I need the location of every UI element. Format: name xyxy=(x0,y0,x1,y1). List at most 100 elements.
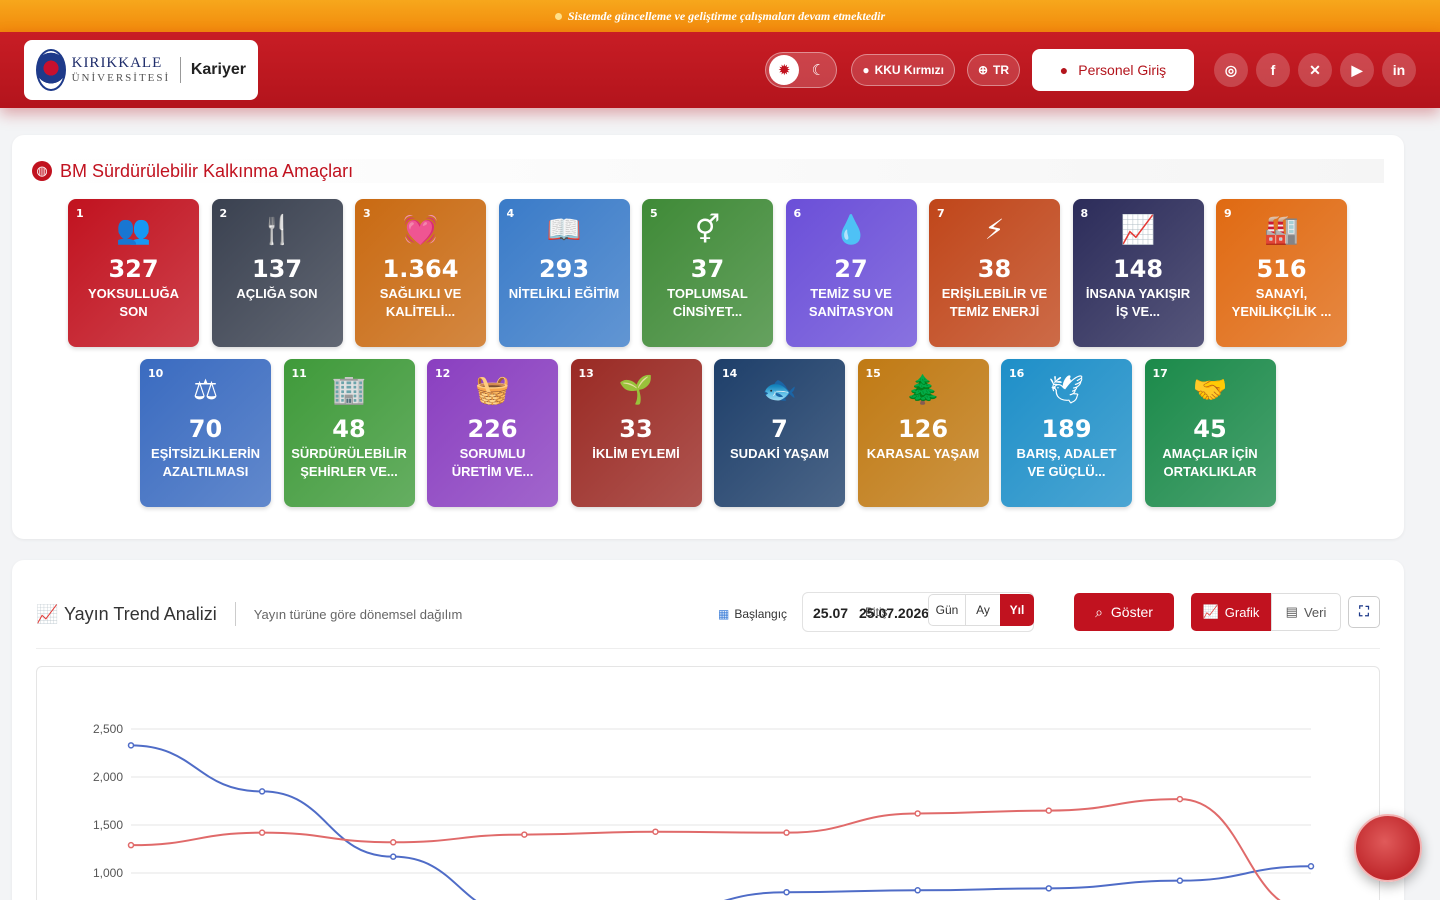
sdg-tile-10[interactable]: 10 ⚖ 70 EŞİTSİZLİKLERİN AZALTILMASI xyxy=(140,359,271,507)
sdg-header: ◍ BM Sürdürülebilir Kalkınma Amaçları xyxy=(32,159,1384,183)
facebook-icon[interactable]: f xyxy=(1256,53,1290,87)
sdg-label: BARIŞ, ADALET VE GÜÇLÜ... xyxy=(1016,446,1117,479)
sdg-label: AÇLIĞA SON xyxy=(236,286,318,301)
show-button[interactable]: ⌕ Göster xyxy=(1074,593,1174,631)
data-point[interactable] xyxy=(783,888,790,896)
data-point[interactable] xyxy=(521,831,528,838)
moon-icon[interactable]: ☾ xyxy=(803,55,833,85)
youtube-icon[interactable]: ▶ xyxy=(1340,53,1374,87)
y-tick-label: 1,500 xyxy=(93,818,123,832)
sdg-tile-4[interactable]: 4 📖 293 NİTELİKLİ EĞİTİM xyxy=(498,199,630,347)
sdg-label: İNSANA YAKIŞIR İŞ VE... xyxy=(1085,286,1191,319)
language-label: TR xyxy=(993,63,1009,77)
data-point[interactable] xyxy=(1307,863,1315,870)
announcement-dot-icon xyxy=(554,12,562,20)
period-day-button[interactable]: Gün xyxy=(928,594,966,626)
logo-divider xyxy=(180,57,181,83)
data-point[interactable] xyxy=(652,828,659,835)
sdg-count: 38 xyxy=(977,255,1012,283)
series-line-1 xyxy=(130,744,1312,900)
expand-icon: ⛶ xyxy=(1359,604,1369,620)
data-point[interactable] xyxy=(258,829,266,836)
sdg-tile-5[interactable]: 5 ⚥ 37 TOPLUMSAL CİNSİYET... xyxy=(642,199,773,347)
sdg-tile-11[interactable]: 11 🏢 48 SÜRDÜRÜLEBİLİR ŞEHİRLER VE... xyxy=(283,359,415,507)
seedling-icon: 🌱 xyxy=(618,373,654,406)
logo-text: KIRIKKALE ÜNİVERSİTESİ xyxy=(72,56,171,84)
data-point[interactable] xyxy=(1045,807,1053,814)
view-chart-label: Grafik xyxy=(1224,604,1260,620)
sdg-label: SAĞLIKLI VE KALİTELİ... xyxy=(379,286,462,319)
trend-card: 📈 Yayın Trend Analizi Yayın türüne göre … xyxy=(12,560,1404,900)
data-point[interactable] xyxy=(389,839,397,846)
industry-icon: 🏭 xyxy=(1264,213,1299,246)
sdg-tile-17[interactable]: 17 🤝 45 AMAÇLAR İÇİN ORTAKLIKLAR xyxy=(1144,359,1276,507)
sdg-label: SUDAKİ YAŞAM xyxy=(730,446,829,461)
language-button[interactable]: ⊕ TR xyxy=(966,54,1020,86)
logo[interactable]: KIRIKKALE ÜNİVERSİTESİ Kariyer xyxy=(24,40,258,100)
sdg-count: 70 xyxy=(188,415,223,443)
user-icon: ● xyxy=(1059,62,1069,78)
data-point[interactable] xyxy=(127,841,135,849)
y-tick-label: 2,000 xyxy=(93,770,123,784)
data-point[interactable] xyxy=(1045,885,1053,892)
trend-divider xyxy=(36,648,1380,649)
chart-line-icon: 📈 xyxy=(1120,213,1156,246)
sdg-tile-8[interactable]: 8 📈 148 İNSANA YAKIŞIR İŞ VE... xyxy=(1072,199,1204,347)
theme-toggle[interactable]: ✹ ☾ xyxy=(765,52,838,88)
sdg-count: 37 xyxy=(690,255,725,283)
sun-icon[interactable]: ✹ xyxy=(769,55,800,85)
sdg-count: 1.364 xyxy=(382,255,459,283)
view-data-button[interactable]: ▤ Veri xyxy=(1271,593,1341,631)
sdg-count: 27 xyxy=(834,255,868,283)
sdg-tile-6[interactable]: 6 💧 27 TEMİZ SU VE SANİTASYON xyxy=(785,199,917,347)
sdg-tile-9[interactable]: 9 🏭 516 SANAYİ, YENİLİKÇİLİK ... xyxy=(1216,199,1347,347)
sdg-tile-13[interactable]: 13 🌱 33 İKLİM EYLEMİ xyxy=(570,359,702,507)
sdg-tile-2[interactable]: 2 🍴 137 AÇLIĞA SON xyxy=(211,199,343,347)
data-point[interactable] xyxy=(1176,877,1184,884)
sdg-tile-1[interactable]: 1 👥 327 YOKSULLUĞA SON xyxy=(68,199,199,347)
linkedin-icon[interactable]: in xyxy=(1382,53,1416,87)
sdg-count: 516 xyxy=(1256,255,1307,283)
data-point[interactable] xyxy=(783,829,790,836)
x-icon[interactable]: ✕ xyxy=(1298,53,1332,87)
theme-color-button[interactable]: ● KKU Kırmızı xyxy=(851,54,955,86)
sdg-tile-16[interactable]: 16 🕊 189 BARIŞ, ADALET VE GÜÇLÜ... xyxy=(1001,359,1132,507)
sdg-count: 293 xyxy=(538,255,590,283)
sdg-label: YOKSULLUĞA SON xyxy=(88,286,179,319)
data-point[interactable] xyxy=(914,810,921,817)
data-point[interactable] xyxy=(389,853,397,860)
sdg-count: 137 xyxy=(251,255,303,283)
sdg-label: KARASAL YAŞAM xyxy=(866,446,980,461)
sdg-tile-12[interactable]: 12 🧺 226 SORUMLU ÜRETİM VE... xyxy=(427,359,558,507)
start-date-value[interactable]: 25.07 xyxy=(813,605,848,621)
y-tick-label: 1,000 xyxy=(93,866,123,880)
data-point[interactable] xyxy=(127,742,135,749)
sdg-label: SORUMLU ÜRETİM VE... xyxy=(451,446,534,479)
period-month-button[interactable]: Ay xyxy=(965,594,1001,626)
data-point[interactable] xyxy=(258,788,266,795)
instagram-icon[interactable]: ◎ xyxy=(1214,53,1248,87)
trend-title: Yayın Trend Analizi xyxy=(64,603,217,624)
start-date-label: Başlangıç xyxy=(734,607,788,621)
chart-area-icon: 📈 xyxy=(1202,604,1219,619)
period-year-button[interactable]: Yıl xyxy=(1000,594,1034,626)
people-icon: 👥 xyxy=(116,213,151,246)
site-name: Kariyer xyxy=(190,61,246,78)
staff-login-button[interactable]: ● Personel Giriş xyxy=(1032,49,1194,91)
staff-login-label: Personel Giriş xyxy=(1078,62,1167,78)
sdg-tile-3[interactable]: 3 💓 1.364 SAĞLIKLI VE KALİTELİ... xyxy=(355,199,486,347)
end-date-value[interactable]: 25.07.2026 xyxy=(859,605,929,621)
sdg-count: 226 xyxy=(467,415,518,443)
floating-action-button[interactable] xyxy=(1354,814,1422,882)
data-point[interactable] xyxy=(914,887,921,894)
sdg-tile-7[interactable]: 7 ⚡ 38 ERİŞİLEBİLİR VE TEMİZ ENERJİ xyxy=(929,199,1060,347)
sdg-tile-15[interactable]: 15 🌲 126 KARASAL YAŞAM xyxy=(857,359,989,507)
sdg-count: 33 xyxy=(619,415,653,443)
logo-line2: ÜNİVERSİTESİ xyxy=(71,72,171,84)
view-chart-button[interactable]: 📈 Grafik xyxy=(1191,593,1271,631)
sdg-tile-14[interactable]: 14 🐟 7 SUDAKİ YAŞAM xyxy=(714,359,845,507)
series-line-2 xyxy=(130,798,1281,900)
data-point[interactable] xyxy=(1176,795,1184,803)
fullscreen-button[interactable]: ⛶ xyxy=(1348,596,1380,628)
sdg-label: NİTELİKLİ EĞİTİM xyxy=(508,286,620,301)
